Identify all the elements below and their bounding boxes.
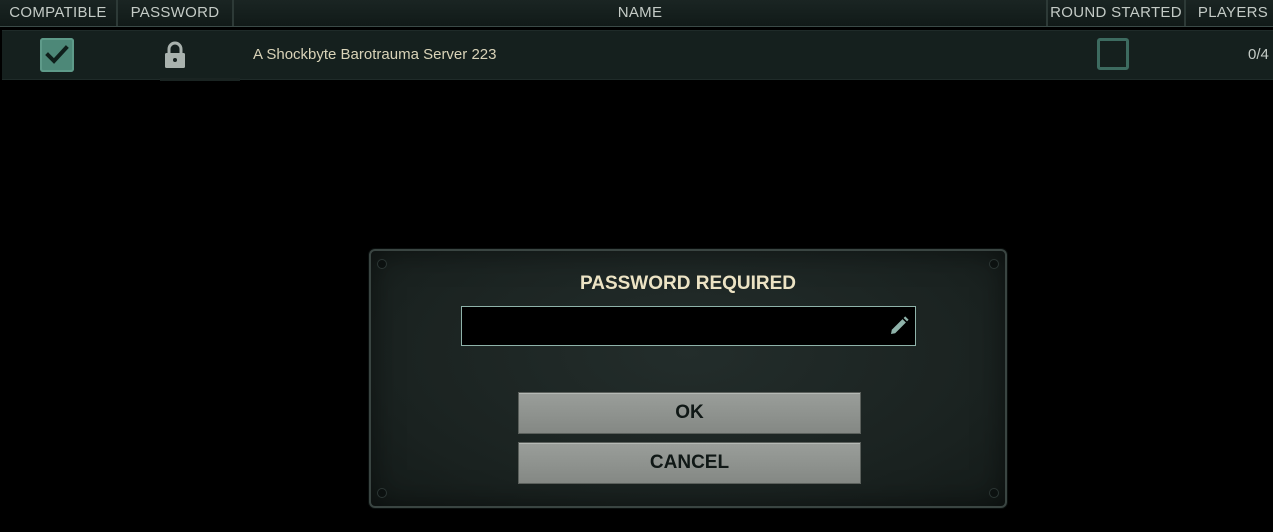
password-input[interactable] [461, 306, 916, 346]
dialog-title: PASSWORD REQUIRED [579, 273, 797, 294]
password-dialog: PASSWORD REQUIRED OK CANCEL [369, 249, 1007, 508]
rivet-decoration [990, 260, 998, 268]
rivet-decoration [378, 260, 386, 268]
ok-button[interactable]: OK [518, 392, 861, 434]
round-started-checkbox [1097, 38, 1129, 70]
server-name: A Shockbyte Barotrauma Server 223 [253, 46, 497, 63]
lock-icon [165, 41, 185, 68]
rivet-decoration [990, 489, 998, 497]
server-row[interactable]: A Shockbyte Barotrauma Server 223 0/4 [2, 30, 1273, 80]
column-name[interactable]: NAME [234, 0, 1048, 26]
row-divider [160, 78, 240, 81]
check-icon [45, 45, 69, 64]
column-players[interactable]: PLAYERS [1186, 0, 1273, 26]
column-compatible[interactable]: COMPATIBLE [0, 0, 118, 26]
server-list-header: COMPATIBLE PASSWORD NAME ROUND STARTED P… [0, 0, 1273, 27]
compatible-checkbox [40, 38, 74, 72]
pencil-icon[interactable] [887, 314, 911, 338]
column-password[interactable]: PASSWORD [118, 0, 234, 26]
rivet-decoration [378, 489, 386, 497]
column-round-started[interactable]: ROUND STARTED [1048, 0, 1186, 26]
cancel-button[interactable]: CANCEL [518, 442, 861, 484]
player-count: 0/4 [1248, 46, 1269, 63]
